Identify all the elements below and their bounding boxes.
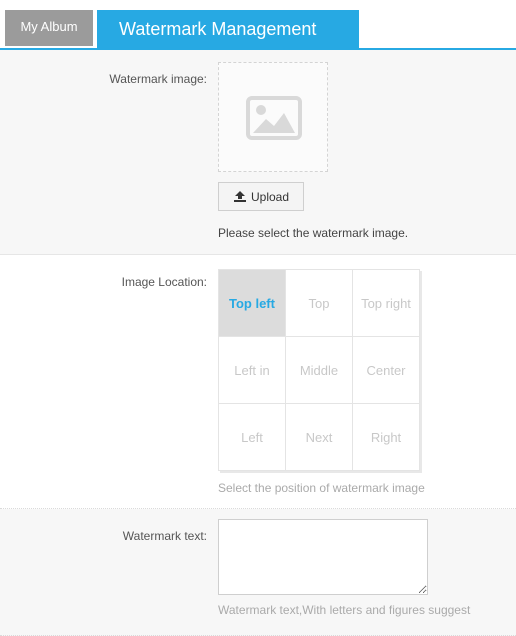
watermark-image-hint: Please select the watermark image. xyxy=(218,226,409,240)
watermark-text-input[interactable] xyxy=(218,519,428,595)
watermark-image-label: Watermark image: xyxy=(109,72,207,86)
watermark-image-preview[interactable] xyxy=(218,62,328,172)
image-location-section: Image Location: Top left Top Top right L… xyxy=(0,255,516,509)
tab-watermark-management[interactable]: Watermark Management xyxy=(97,10,359,48)
position-right[interactable]: Right xyxy=(353,404,420,471)
position-grid: Top left Top Top right Left in Middle Ce… xyxy=(218,269,420,471)
position-top-right[interactable]: Top right xyxy=(353,270,420,337)
image-location-hint: Select the position of watermark image xyxy=(218,481,425,495)
position-left[interactable]: Left xyxy=(219,404,286,471)
position-left-in[interactable]: Left in xyxy=(219,337,286,404)
watermark-text-section: Watermark text: Watermark text,With lett… xyxy=(0,509,516,636)
image-placeholder-icon xyxy=(246,96,302,140)
watermark-text-hint: Watermark text,With letters and figures … xyxy=(218,603,471,617)
watermark-text-label: Watermark text: xyxy=(122,529,207,543)
position-next[interactable]: Next xyxy=(286,404,353,471)
watermark-image-section: Watermark image: Upload Please select th… xyxy=(0,50,516,255)
position-top[interactable]: Top xyxy=(286,270,353,337)
upload-button[interactable]: Upload xyxy=(218,182,304,211)
tab-my-album[interactable]: My Album xyxy=(5,10,93,46)
upload-button-label: Upload xyxy=(250,189,290,204)
position-middle[interactable]: Middle xyxy=(286,337,353,404)
upload-icon xyxy=(233,191,246,202)
tab-bar: My Album Watermark Management xyxy=(0,0,516,50)
position-center[interactable]: Center xyxy=(353,337,420,404)
image-location-label: Image Location: xyxy=(121,275,207,289)
position-top-left[interactable]: Top left xyxy=(219,270,286,337)
